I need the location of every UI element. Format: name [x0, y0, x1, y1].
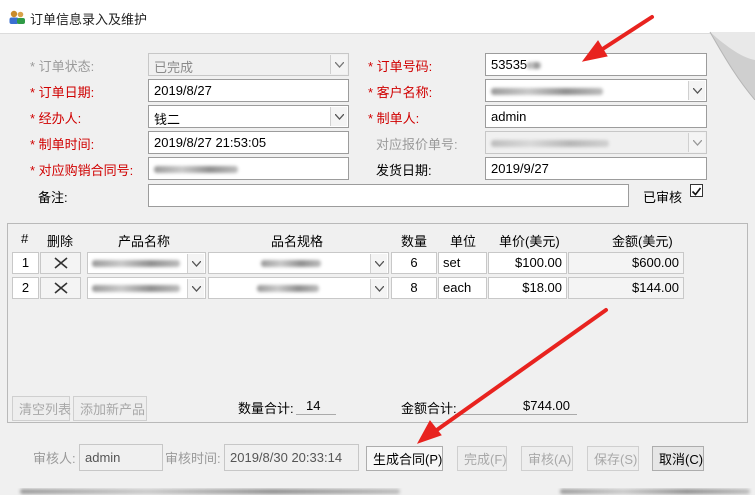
arrow-to-generate-button — [416, 308, 608, 444]
annotation-arrows — [416, 15, 654, 444]
arrow-to-order-no — [581, 15, 654, 62]
